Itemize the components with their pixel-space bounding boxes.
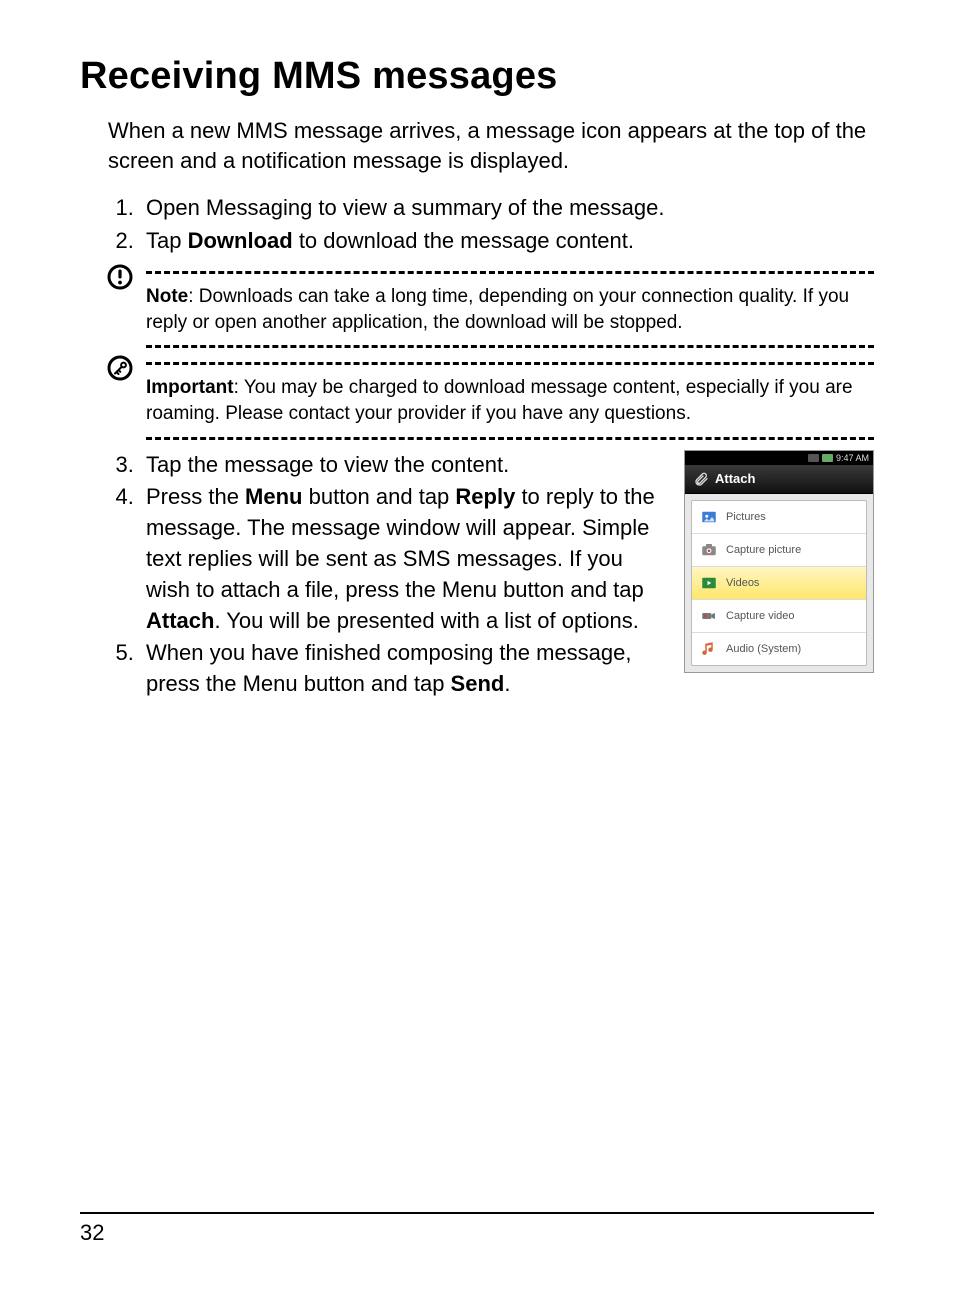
step-4-a: Press the: [146, 484, 245, 509]
note-label: Note: [146, 286, 188, 307]
attach-options-list: Pictures Capture picture Videos: [691, 500, 867, 666]
attach-option-capture-video[interactable]: Capture video: [692, 600, 866, 633]
pictures-icon: [700, 508, 718, 526]
attach-option-capture-picture[interactable]: Capture picture: [692, 534, 866, 567]
important-text: Important: You may be charged to downloa…: [146, 375, 874, 426]
camcorder-icon: [700, 607, 718, 625]
attach-option-capture-picture-label: Capture picture: [726, 544, 801, 556]
note-callout: Note: Downloads can take a long time, de…: [108, 271, 874, 348]
page-number: 32: [80, 1220, 874, 1246]
steps-list-bottom: Tap the message to view the content. Pre…: [108, 450, 666, 702]
key-circle-icon: [106, 354, 134, 382]
dashed-rule-bottom-2: [146, 437, 874, 440]
manual-page: Receiving MMS messages When a new MMS me…: [0, 0, 954, 1316]
step-4: Press the Menu button and tap Reply to r…: [140, 482, 666, 636]
step-2-pre: Tap: [146, 228, 188, 253]
phone-screenshot: 9:47 AM Attach Pictures: [684, 450, 874, 673]
attach-option-capture-video-label: Capture video: [726, 610, 795, 622]
attach-option-audio-system[interactable]: Audio (System): [692, 633, 866, 665]
step-5-send: Send: [451, 671, 505, 696]
note-body: : Downloads can take a long time, depend…: [146, 286, 849, 333]
attach-dialog-header: Attach: [685, 465, 873, 494]
page-title: Receiving MMS messages: [80, 55, 874, 98]
step-5-a: When you have finished composing the mes…: [146, 640, 632, 696]
phone-time: 9:47 AM: [836, 453, 869, 463]
exclamation-circle-icon: [106, 263, 134, 291]
step-3: Tap the message to view the content.: [140, 450, 666, 481]
dashed-rule-bottom: [146, 345, 874, 348]
footer-rule: [80, 1212, 874, 1214]
intro-paragraph: When a new MMS message arrives, a messag…: [108, 116, 874, 175]
video-gallery-icon: [700, 574, 718, 592]
attach-option-pictures[interactable]: Pictures: [692, 501, 866, 534]
step-4-reply: Reply: [455, 484, 515, 509]
camera-icon: [700, 541, 718, 559]
step-4-b: button and tap: [303, 484, 456, 509]
phone-statusbar: 9:47 AM: [685, 451, 873, 465]
steps-list-top: Open Messaging to view a summary of the …: [108, 193, 874, 257]
steps-with-figure: Tap the message to view the content. Pre…: [80, 450, 874, 702]
step-2: Tap Download to download the message con…: [140, 226, 874, 257]
important-body: : You may be charged to download message…: [146, 377, 853, 424]
step-5: When you have finished composing the mes…: [140, 638, 666, 700]
attach-option-audio-system-label: Audio (System): [726, 643, 801, 655]
step-2-post: to download the message content.: [293, 228, 634, 253]
music-note-icon: [700, 640, 718, 658]
step-5-b: .: [504, 671, 510, 696]
status-indicator-2-icon: [822, 454, 833, 462]
page-footer: 32: [80, 1212, 874, 1246]
step-1: Open Messaging to view a summary of the …: [140, 193, 874, 224]
attach-option-videos-label: Videos: [726, 577, 759, 589]
paperclip-icon: [693, 471, 709, 487]
step-4-d: . You will be presented with a list of o…: [214, 608, 638, 633]
step-2-bold-download: Download: [188, 228, 293, 253]
attach-header-label: Attach: [715, 471, 755, 486]
status-indicator-1-icon: [808, 454, 819, 462]
dashed-rule-top: [146, 271, 874, 274]
note-text: Note: Downloads can take a long time, de…: [146, 284, 874, 335]
important-label: Important: [146, 377, 234, 398]
step-4-menu: Menu: [245, 484, 302, 509]
important-callout: Important: You may be charged to downloa…: [108, 362, 874, 439]
attach-option-pictures-label: Pictures: [726, 511, 766, 523]
step-4-attach: Attach: [146, 608, 214, 633]
dashed-rule-top-2: [146, 362, 874, 365]
attach-option-videos[interactable]: Videos: [692, 567, 866, 600]
